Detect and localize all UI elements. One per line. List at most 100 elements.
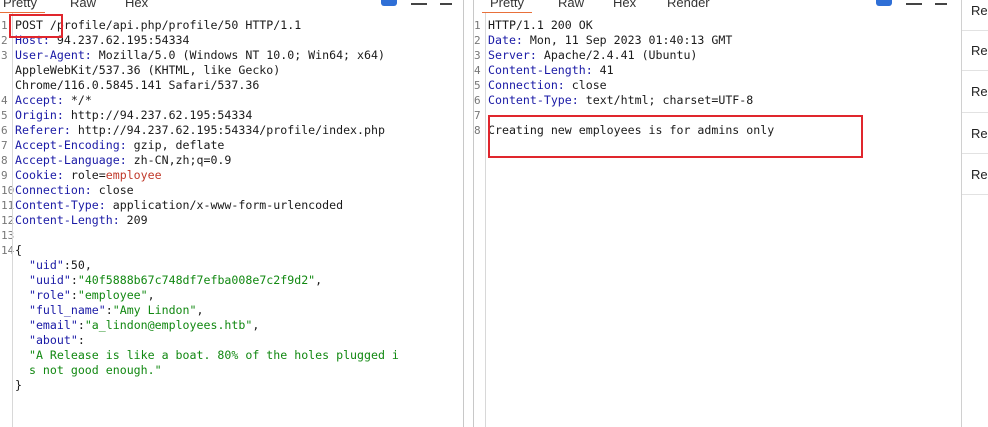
menu-icon[interactable] (935, 0, 947, 5)
response-code-line[interactable]: HTTP/1.1 200 OK (488, 18, 961, 33)
request-code-line[interactable]: "role":"employee", (15, 288, 463, 303)
request-token-plain (15, 363, 29, 377)
newline-icon[interactable] (906, 0, 922, 5)
request-code-line[interactable]: Host: 94.237.62.195:54334 (15, 33, 463, 48)
request-code-line[interactable]: Content-Length: 209 (15, 213, 463, 228)
request-token-plain (15, 258, 29, 272)
side-panel-separator (962, 194, 988, 195)
side-panel-separator (962, 153, 988, 154)
response-token-hval: 41 (592, 63, 614, 77)
side-panel-item[interactable]: Re (971, 43, 988, 58)
response-code-line[interactable]: Date: Mon, 11 Sep 2023 01:40:13 GMT (488, 33, 961, 48)
request-tab-hex[interactable]: Hex (125, 0, 148, 10)
request-token-hval: Mozilla/5.0 (Windows NT 10.0; Win64; x64… (91, 48, 385, 62)
request-code-line[interactable]: "email":"a_lindon@employees.htb", (15, 318, 463, 333)
request-token-hname: Accept-Encoding: (15, 138, 127, 152)
request-token-hname: Accept: (15, 93, 64, 107)
request-code-line[interactable] (15, 228, 463, 243)
response-token-hname: Server: (488, 48, 537, 62)
wrap-lines-icon[interactable] (381, 0, 397, 6)
request-gutter-border (12, 13, 13, 427)
request-token-hname: Content-Type: (15, 198, 106, 212)
request-code-line[interactable]: Connection: close (15, 183, 463, 198)
request-code-line[interactable]: Accept: */* (15, 93, 463, 108)
response-token-plain: HTTP/1.1 200 OK (488, 18, 593, 32)
response-code-line[interactable]: Content-Type: text/html; charset=UTF-8 (488, 93, 961, 108)
newline-icon[interactable] (411, 0, 427, 5)
request-token-jstr: "employee" (77, 288, 148, 302)
request-token-plain (15, 318, 29, 332)
request-token-plain: /profile/api.php/profile/50 HTTP/1.1 (42, 18, 302, 32)
request-code-line[interactable]: Chrome/116.0.5845.141 Safari/537.36 (15, 78, 463, 93)
side-panel-item[interactable]: Re (971, 3, 988, 18)
request-code-line[interactable]: "uuid":"40f5888b67c748df7efba008e7c2f9d2… (15, 273, 463, 288)
request-code-line[interactable]: { (15, 243, 463, 258)
request-code-line[interactable]: Origin: http://94.237.62.195:54334 (15, 108, 463, 123)
request-token-hval: close (91, 183, 134, 197)
request-token-plain: : (70, 288, 78, 302)
side-panel-separator (962, 30, 988, 31)
side-panel-item[interactable]: Re (971, 167, 988, 182)
request-token-jkey: "uuid" (28, 273, 71, 287)
request-token-hval: role= (63, 168, 106, 182)
request-code-line[interactable]: Accept-Encoding: gzip, deflate (15, 138, 463, 153)
request-code-line[interactable]: Accept-Language: zh-CN,zh;q=0.9 (15, 153, 463, 168)
request-token-plain: : (63, 258, 71, 272)
request-token-plain: } (15, 378, 22, 392)
request-token-plain (15, 303, 29, 317)
request-code-line[interactable]: Referer: http://94.237.62.195:54334/prof… (15, 123, 463, 138)
request-token-jkey: "about" (28, 333, 78, 347)
request-token-hval: */* (63, 93, 92, 107)
response-viewer[interactable]: 12345678 HTTP/1.1 200 OK Date: Mon, 11 Se… (473, 13, 961, 427)
request-code-line[interactable]: s not good enough." (15, 363, 463, 378)
request-tab-raw[interactable]: Raw (70, 0, 96, 10)
request-editor[interactable]: 1 2 3 4 5 6 7 8 9 10 11 12 13 14 POST /profile/api.ph… (0, 13, 463, 427)
request-token-plain: , (196, 303, 204, 317)
request-code-line[interactable]: "A Release is like a boat. 80% of the ho… (15, 348, 463, 363)
side-panel: Re Re Re Re Re (961, 0, 988, 427)
response-tabs: Pretty Raw Hex Render (474, 0, 961, 13)
response-code-line[interactable]: Connection: close (488, 78, 961, 93)
response-token-hval: text/html; charset=UTF-8 (578, 93, 754, 107)
menu-icon[interactable] (440, 0, 452, 5)
response-token-hname: Date: (488, 33, 523, 47)
request-token-plain: , (147, 288, 155, 302)
response-tab-raw[interactable]: Raw (558, 0, 584, 10)
request-token-cookie: employee (105, 168, 162, 182)
side-panel-item[interactable]: Re (971, 84, 988, 99)
request-token-hname: Connection: (15, 183, 92, 197)
request-token-plain: : (77, 333, 85, 347)
request-code-line[interactable]: Cookie: role=employee (15, 168, 463, 183)
request-token-jstr: "A Release is like a boat. 80% of the ho… (28, 348, 399, 362)
request-token-plain: { (15, 243, 22, 257)
response-tab-hex[interactable]: Hex (613, 0, 636, 10)
request-token-jkey: "uid" (28, 258, 64, 272)
request-code-line[interactable]: } (15, 378, 463, 393)
request-token-hname: Content-Length: (15, 213, 120, 227)
side-panel-item[interactable]: Re (971, 126, 988, 141)
response-tab-render[interactable]: Render (667, 0, 710, 10)
request-token-hname: Referer: (15, 123, 71, 137)
response-token-hval: Mon, 11 Sep 2023 01:40:13 GMT (522, 33, 733, 47)
request-code-line[interactable]: Content-Type: application/x-www-form-url… (15, 198, 463, 213)
request-code-line[interactable]: "full_name":"Amy Lindon", (15, 303, 463, 318)
response-code-line[interactable]: Server: Apache/2.4.41 (Ubuntu) (488, 48, 961, 63)
request-body[interactable]: POST /profile/api.php/profile/50 HTTP/1.… (15, 18, 463, 393)
request-token-hname: Accept-Language: (15, 153, 127, 167)
request-code-line[interactable]: AppleWebKit/537.36 (KHTML, like Gecko) (15, 63, 463, 78)
request-code-line[interactable]: "uid":50, (15, 258, 463, 273)
request-token-plain: : (105, 303, 113, 317)
response-tab-pretty[interactable]: Pretty (482, 0, 532, 13)
pane-divider-left[interactable] (463, 0, 464, 427)
side-panel-separator (962, 112, 988, 113)
response-message-highlight-box (488, 115, 863, 158)
request-tab-pretty[interactable]: Pretty (0, 0, 45, 13)
request-token-plain: , (84, 258, 92, 272)
request-token-hval: application/x-www-form-urlencoded (105, 198, 344, 212)
request-code-line[interactable]: User-Agent: Mozilla/5.0 (Windows NT 10.0… (15, 48, 463, 63)
wrap-lines-icon[interactable] (876, 0, 892, 6)
request-code-line[interactable]: POST /profile/api.php/profile/50 HTTP/1.… (15, 18, 463, 33)
request-code-line[interactable]: "about": (15, 333, 463, 348)
request-token-hval: http://94.237.62.195:54334 (63, 108, 253, 122)
response-code-line[interactable]: Content-Length: 41 (488, 63, 961, 78)
